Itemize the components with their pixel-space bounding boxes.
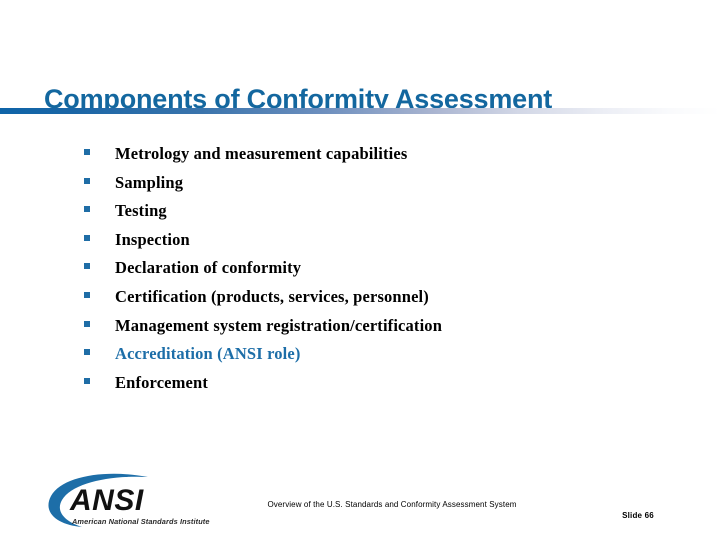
bullet-list: Metrology and measurement capabilities S… [84, 144, 644, 401]
list-item-label: Inspection [115, 229, 190, 249]
list-item-label: Metrology and measurement capabilities [115, 144, 408, 163]
square-bullet-icon [84, 377, 90, 384]
title-divider [0, 108, 720, 114]
list-item: Testing [84, 201, 644, 230]
square-bullet-icon [84, 206, 90, 213]
list-item-label: Enforcement [115, 372, 208, 392]
footer-note: Overview of the U.S. Standards and Confo… [267, 500, 517, 509]
list-item-accreditation: Accreditation (ANSI role) [84, 344, 644, 373]
square-bullet-icon [84, 349, 90, 356]
ansi-tagline: American National Standards Institute [71, 517, 210, 526]
square-bullet-icon [84, 263, 90, 270]
square-bullet-icon [84, 149, 90, 155]
list-item: Metrology and measurement capabilities [84, 144, 644, 173]
square-bullet-icon [84, 177, 90, 184]
list-item-label: Management system registration/certifica… [115, 315, 443, 335]
ansi-wordmark: ANSI [69, 484, 144, 517]
list-item: Certification (products, services, perso… [84, 287, 644, 316]
list-item: Enforcement [84, 373, 644, 402]
list-item-label: Sampling [115, 172, 184, 192]
list-item: Management system registration/certifica… [84, 316, 644, 345]
list-item: Inspection [84, 230, 644, 259]
list-item-label: Certification (products, services, perso… [115, 286, 429, 306]
list-item-label: Testing [115, 201, 167, 221]
square-bullet-icon [84, 291, 90, 298]
list-item: Declaration of conformity [84, 258, 644, 287]
slide-canvas: Components of Conformity Assessment Metr… [0, 0, 720, 540]
slide-number: Slide 66 [622, 511, 654, 520]
square-bullet-icon [84, 234, 90, 241]
list-item-label: Accreditation (ANSI role) [115, 344, 301, 364]
list-item: Sampling [84, 173, 644, 202]
ansi-logo: ANSI American National Standards Institu… [44, 472, 230, 534]
list-item-label: Declaration of conformity [115, 258, 302, 278]
square-bullet-icon [84, 320, 90, 327]
